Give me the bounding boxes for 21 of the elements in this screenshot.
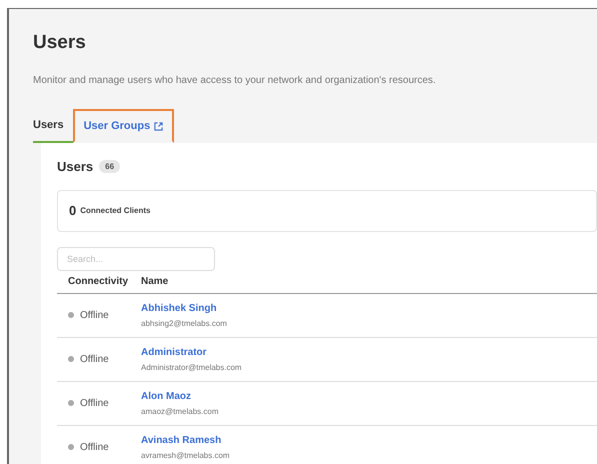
user-name-link[interactable]: Avinash Ramesh (141, 432, 230, 448)
user-name-link[interactable]: Administrator (141, 344, 242, 360)
user-email: abhsing2@tmelabs.com (141, 318, 227, 330)
status-text: Offline (80, 396, 109, 410)
page-description: Monitor and manage users who have access to your network and organization's resources. (33, 75, 437, 87)
page-title: Users (33, 31, 87, 55)
column-header: Connectivity (67, 275, 130, 289)
status-text: Offline (80, 440, 109, 454)
count-badge: 66 (99, 160, 120, 174)
status-text: Offline (80, 308, 109, 322)
column-header: Name (141, 275, 168, 289)
card-title: Users (57, 158, 94, 176)
user-email: avramesh@tmelabs.com (141, 450, 230, 462)
user-email: amaoz@tmelabs.com (141, 406, 218, 418)
user-email: Administrator@tmelabs.com (141, 362, 242, 374)
connected-count: 0 (69, 202, 76, 220)
user-name-link[interactable]: Alon Maoz (141, 388, 218, 404)
status-text: Offline (80, 352, 109, 366)
search-field[interactable]: Search... (57, 246, 215, 270)
connected-label: Connected Clients (80, 204, 150, 216)
user-name-link[interactable]: Abhishek Singh (141, 300, 227, 316)
